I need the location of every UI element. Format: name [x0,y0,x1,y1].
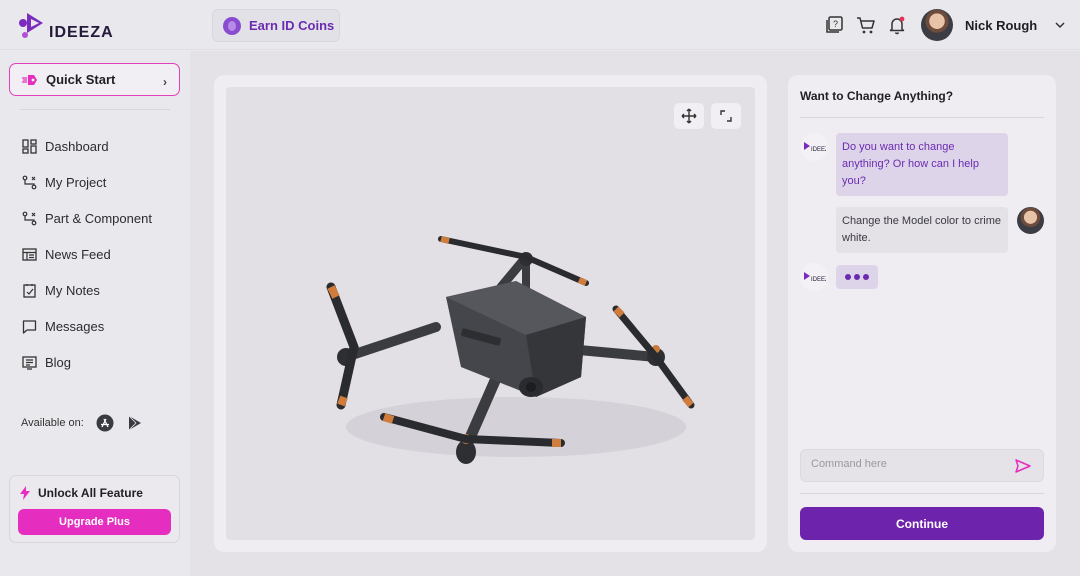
user-menu[interactable]: Nick Rough [921,9,1065,41]
ideeza-logo-icon: IDEEZA [804,142,826,153]
chat-panel: Want to Change Anything? IDEEZA Do you w… [788,75,1056,552]
sidebar-item-label: News Feed [45,246,111,262]
svg-text:?: ? [833,19,838,29]
dashboard-icon [22,138,37,154]
project-icon [22,175,37,189]
cart-icon[interactable] [856,15,876,35]
coin-icon [223,16,241,35]
sidebar-item-news-feed[interactable]: News Feed [22,236,152,272]
chat-divider [800,117,1044,118]
unlock-title-label: Unlock All Feature [38,486,143,500]
header-actions: ? [825,15,907,35]
sidebar-item-label: Part & Component [45,210,152,226]
expand-button[interactable] [711,103,741,129]
typing-dot [854,274,860,280]
quick-start-label: Quick Start [46,72,116,87]
command-input[interactable] [811,458,1001,470]
typing-indicator [836,265,878,289]
chevron-down-icon[interactable] [1055,20,1065,30]
user-name: Nick Rough [965,17,1038,33]
ideeza-logo-icon: IDEEZA [804,272,826,283]
sidebar-item-my-notes[interactable]: My Notes [22,272,152,308]
model-viewer[interactable] [226,87,755,540]
lightning-icon [20,486,30,500]
bot-avatar: IDEEZA [800,263,828,291]
sidebar-item-blog[interactable]: Blog [22,344,152,380]
drone-model-image [326,236,695,464]
quick-start-button[interactable]: Quick Start › [9,63,180,96]
top-bar: IDEEZA Earn ID Coins ? Nick Rough [0,0,1080,50]
sidebar-item-label: My Project [45,174,107,190]
earn-coins-label: Earn ID Coins [249,18,335,33]
user-message: Change the Model color to crime white. [836,207,1008,253]
user-avatar [1017,207,1044,234]
command-box [800,449,1044,482]
bot-avatar: IDEEZA [800,133,828,161]
help-box-icon[interactable]: ? [825,15,845,35]
model-viewer-card [214,75,767,552]
sidebar-item-dashboard[interactable]: Dashboard [22,128,152,164]
sidebar-item-messages[interactable]: Messages [22,308,152,344]
main-content: Want to Change Anything? IDEEZA Do you w… [190,51,1080,576]
sidebar-item-label: Blog [45,354,72,370]
chat-divider [800,493,1044,494]
svg-text:IDEEZA: IDEEZA [811,147,826,153]
chevron-right-icon: › [163,75,167,89]
move-button[interactable] [674,103,704,129]
sidebar-divider [20,109,170,110]
available-on-label: Available on: [21,417,84,429]
rocket-icon [22,74,37,85]
typing-dot [863,274,869,280]
unlock-card: Unlock All Feature Upgrade Plus [9,475,180,543]
blog-icon [22,355,37,370]
component-icon [22,211,37,225]
avatar [921,9,953,41]
notes-icon [23,283,36,298]
brand-logo[interactable]: IDEEZA [17,9,114,41]
bot-message: Do you want to change anything? Or how c… [836,133,1008,196]
messages-icon [22,319,37,334]
continue-button[interactable]: Continue [800,507,1044,540]
chat-title: Want to Change Anything? [800,89,954,103]
news-icon [22,247,37,261]
sidebar-item-my-project[interactable]: My Project [22,164,152,200]
expand-icon [720,110,732,122]
sidebar-item-label: My Notes [45,282,100,298]
available-on: Available on: [21,414,144,432]
app-store-icon[interactable] [96,414,114,432]
send-icon[interactable] [1015,459,1031,473]
upgrade-plus-button[interactable]: Upgrade Plus [18,509,171,535]
sidebar-item-label: Messages [45,318,105,334]
typing-dot [845,274,851,280]
sidebar-nav: Dashboard My Project Part & Component Ne… [22,128,152,380]
bell-icon[interactable] [887,15,907,35]
sidebar-item-part-component[interactable]: Part & Component [22,200,152,236]
svg-text:IDEEZA: IDEEZA [811,277,826,283]
brand-name: IDEEZA [49,24,114,41]
unlock-title: Unlock All Feature [20,486,143,500]
sidebar-item-label: Dashboard [45,138,109,154]
logo-icon [19,13,43,38]
sidebar: Quick Start › Dashboard My Project Part … [0,51,190,576]
move-icon [681,108,697,124]
earn-coins-button[interactable]: Earn ID Coins [212,9,340,42]
play-store-icon[interactable] [126,414,144,432]
